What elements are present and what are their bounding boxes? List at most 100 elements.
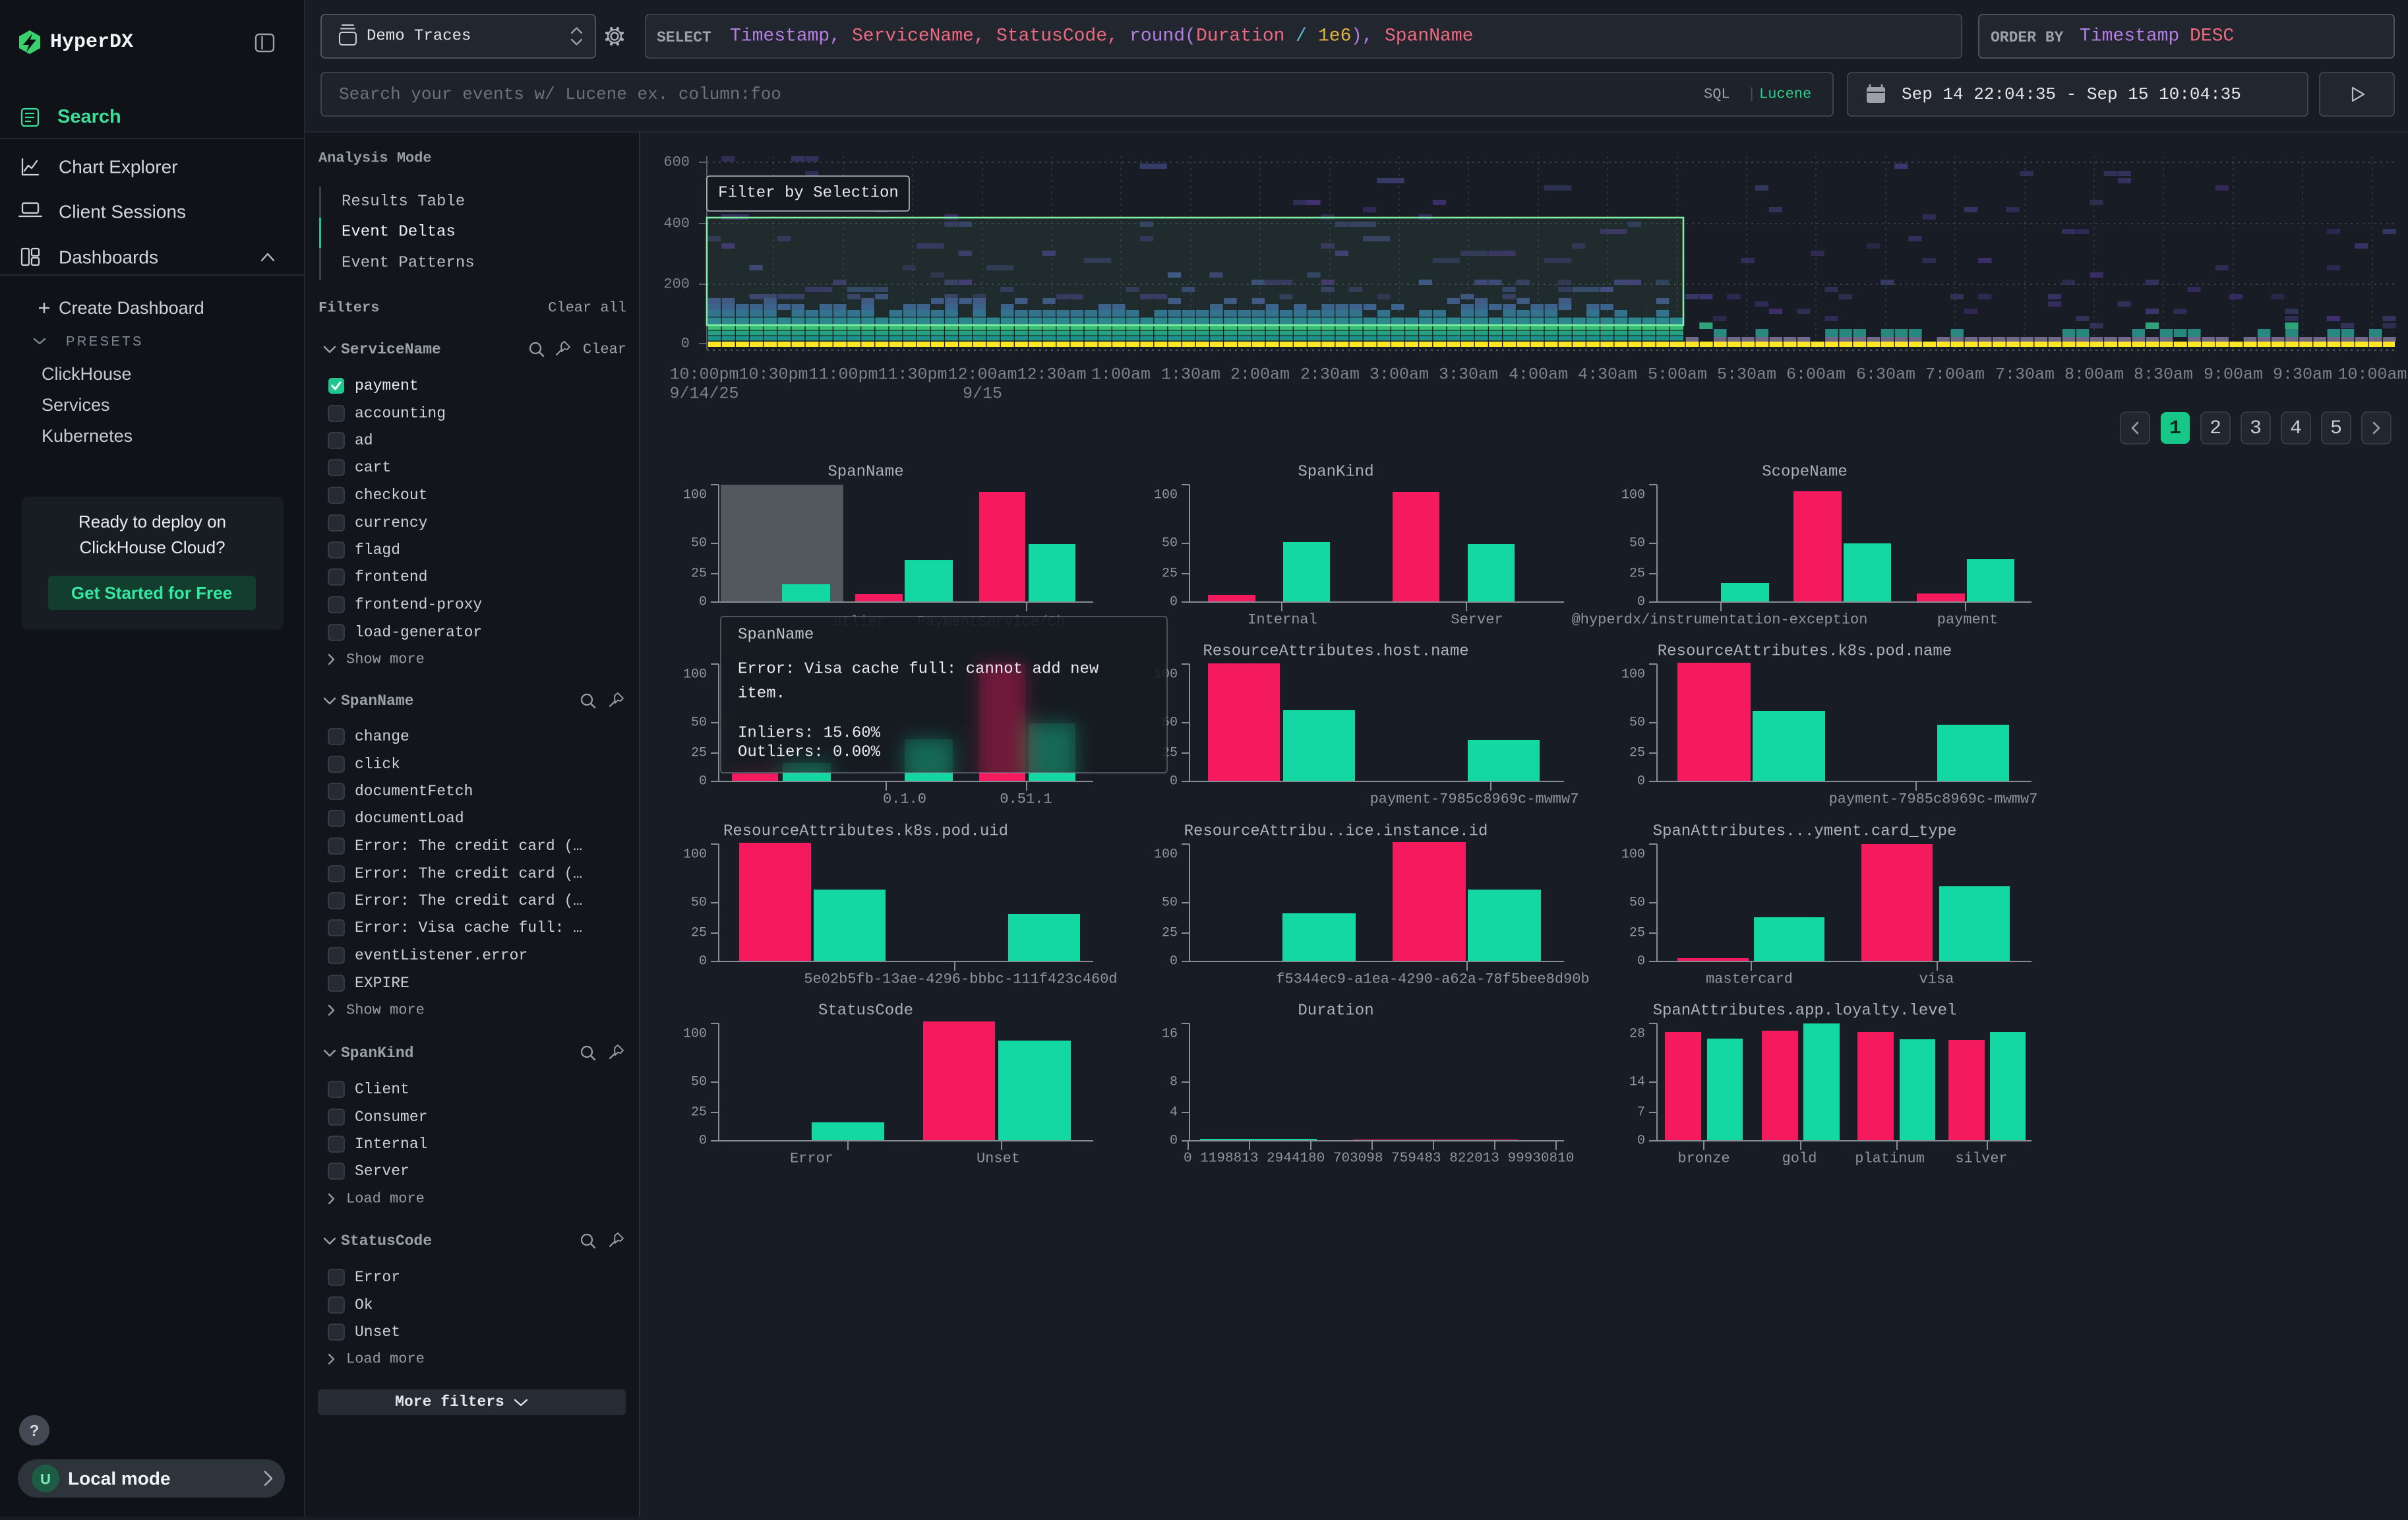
svg-text:|: | [1747,86,1756,103]
svg-text:SpanAttributes.app.loyalty.lev: SpanAttributes.app.loyalty.level [1653,1002,1957,1020]
svg-text:Ready to deploy on: Ready to deploy on [78,512,226,532]
svg-text:10:00am: 10:00am [2337,365,2407,384]
svg-text:Chart Explorer: Chart Explorer [59,157,178,177]
svg-text:Client: Client [355,1081,409,1098]
svg-text:StatusCode: StatusCode [341,1232,432,1250]
svg-text:7:00am: 7:00am [1925,365,1985,384]
svg-text:Search your events w/ Lucene e: Search your events w/ Lucene ex. column:… [339,84,781,104]
svg-text:Services: Services [42,395,110,415]
svg-text:Timestamp: Timestamp [2080,26,2179,47]
svg-text:Show more: Show more [346,652,425,668]
svg-text:50: 50 [691,715,707,731]
svg-text:Error: Error [355,1269,400,1286]
svg-text:25: 25 [691,566,707,582]
svg-text:Consumer: Consumer [355,1109,427,1126]
svg-text:ORDER BY: ORDER BY [1991,29,2064,46]
svg-text:More filters: More filters [395,1393,504,1411]
svg-text:0.51.1: 0.51.1 [1000,791,1052,808]
svg-text:0: 0 [1170,954,1178,969]
svg-text:3:00am: 3:00am [1370,365,1429,384]
svg-text:Outliers: 0.00%: Outliers: 0.00% [738,744,881,762]
svg-text:100: 100 [683,667,707,683]
svg-text:Lucene: Lucene [1759,86,1811,103]
svg-text:25: 25 [1162,566,1178,582]
svg-text:visa: visa [1919,971,1954,988]
svg-text:round(: round( [1129,26,1196,47]
svg-text:payment-7985c8969c-mwmw7: payment-7985c8969c-mwmw7 [1370,791,1579,808]
svg-text:3: 3 [2250,417,2262,440]
svg-text:7: 7 [1637,1105,1645,1120]
svg-text:0: 0 [1637,774,1645,789]
svg-text:0: 0 [1170,595,1178,610]
svg-text:8:00am: 8:00am [2064,365,2124,384]
svg-text:SQL: SQL [1704,86,1730,103]
svg-text:9:30am: 9:30am [2273,365,2332,384]
svg-text:0: 0 [699,1134,707,1149]
svg-text:Load more: Load more [346,1191,425,1207]
svg-text:cart: cart [355,459,391,476]
svg-text:),: ), [1351,26,1373,47]
svg-text:SpanName: SpanName [738,626,814,644]
svg-text:6:30am: 6:30am [1856,365,1915,384]
svg-text:25: 25 [691,1105,707,1120]
svg-text:4: 4 [1170,1105,1178,1120]
svg-text:7:30am: 7:30am [1995,365,2055,384]
svg-text:Client Sessions: Client Sessions [59,202,186,222]
svg-text:documentLoad: documentLoad [355,810,464,827]
svg-text:Duration: Duration [1298,1002,1373,1020]
svg-text:14: 14 [1629,1075,1645,1090]
svg-text:SpanKind: SpanKind [1298,464,1373,481]
svg-text:change: change [355,728,409,745]
svg-text:/: / [1296,26,1307,47]
svg-text:SELECT: SELECT [657,29,711,46]
svg-text:12:00am: 12:00am [948,365,1017,384]
svg-text:SpanAttributes...yment.card_ty: SpanAttributes...yment.card_type [1653,823,1957,841]
svg-text:@hyperdx/instrumentation-excep: @hyperdx/instrumentation-exception [1572,612,1868,628]
svg-text:ClickHouse: ClickHouse [42,364,132,384]
svg-text:Analysis Mode: Analysis Mode [318,150,432,167]
svg-text:SpanName: SpanName [828,464,903,481]
svg-text:load-generator: load-generator [355,624,482,641]
svg-text:ResourceAttributes.k8s.pod.uid: ResourceAttributes.k8s.pod.uid [723,823,1008,841]
svg-text:11:00pm: 11:00pm [808,365,878,384]
svg-text:9:00am: 9:00am [2204,365,2263,384]
svg-text:Results Table: Results Table [342,193,465,211]
svg-text:PRESETS: PRESETS [66,334,144,349]
svg-text:2:00am: 2:00am [1230,365,1290,384]
svg-text:0: 0 [699,954,707,969]
svg-text:ad: ad [355,432,373,449]
svg-text:Get Started for Free: Get Started for Free [71,583,232,603]
svg-text:Error: Visa cache full: cannot: Error: Visa cache full: cannot add new [738,661,1099,679]
svg-text:mastercard: mastercard [1706,971,1793,988]
svg-text:ServiceName,: ServiceName, [852,26,985,47]
svg-text:Demo Traces: Demo Traces [367,28,471,46]
svg-text:50: 50 [1162,536,1178,551]
svg-text:ServiceName: ServiceName [341,341,441,358]
svg-text:Server: Server [355,1163,409,1180]
svg-text:100: 100 [1621,667,1645,683]
svg-text:Internal: Internal [1248,612,1317,628]
svg-text:5e02b5fb-13ae-4296-bbbc-111f42: 5e02b5fb-13ae-4296-bbbc-111f423c460d [804,971,1117,988]
svg-text:9/15: 9/15 [963,384,1002,404]
svg-text:checkout: checkout [355,487,427,504]
svg-text:Local mode: Local mode [68,1469,171,1489]
svg-text:10:00pm: 10:00pm [669,365,738,384]
svg-text:100: 100 [1154,488,1178,503]
svg-text:2: 2 [2210,417,2221,440]
svg-text:ResourceAttributes.k8s.pod.nam: ResourceAttributes.k8s.pod.name [1658,643,1952,661]
svg-text:platinum: platinum [1855,1151,1925,1167]
svg-text:3:30am: 3:30am [1439,365,1498,384]
svg-text:50: 50 [691,1075,707,1090]
svg-text:ScopeName: ScopeName [1762,464,1848,481]
svg-text:100: 100 [683,1027,707,1042]
svg-text:Internal: Internal [355,1136,427,1153]
svg-text:eventListener.error: eventListener.error [355,947,527,964]
svg-text:Dashboards: Dashboards [59,247,158,268]
svg-text:StatusCode,: StatusCode, [996,26,1118,47]
svg-text:25: 25 [691,746,707,761]
svg-text:Unset: Unset [355,1323,400,1341]
svg-text:0 1198813 2944180 703098 75948: 0 1198813 2944180 703098 759483 822013 9… [1184,1151,1574,1167]
svg-text:Ok: Ok [355,1296,373,1314]
svg-text:silver: silver [1955,1151,2007,1167]
svg-text:50: 50 [1629,715,1645,731]
